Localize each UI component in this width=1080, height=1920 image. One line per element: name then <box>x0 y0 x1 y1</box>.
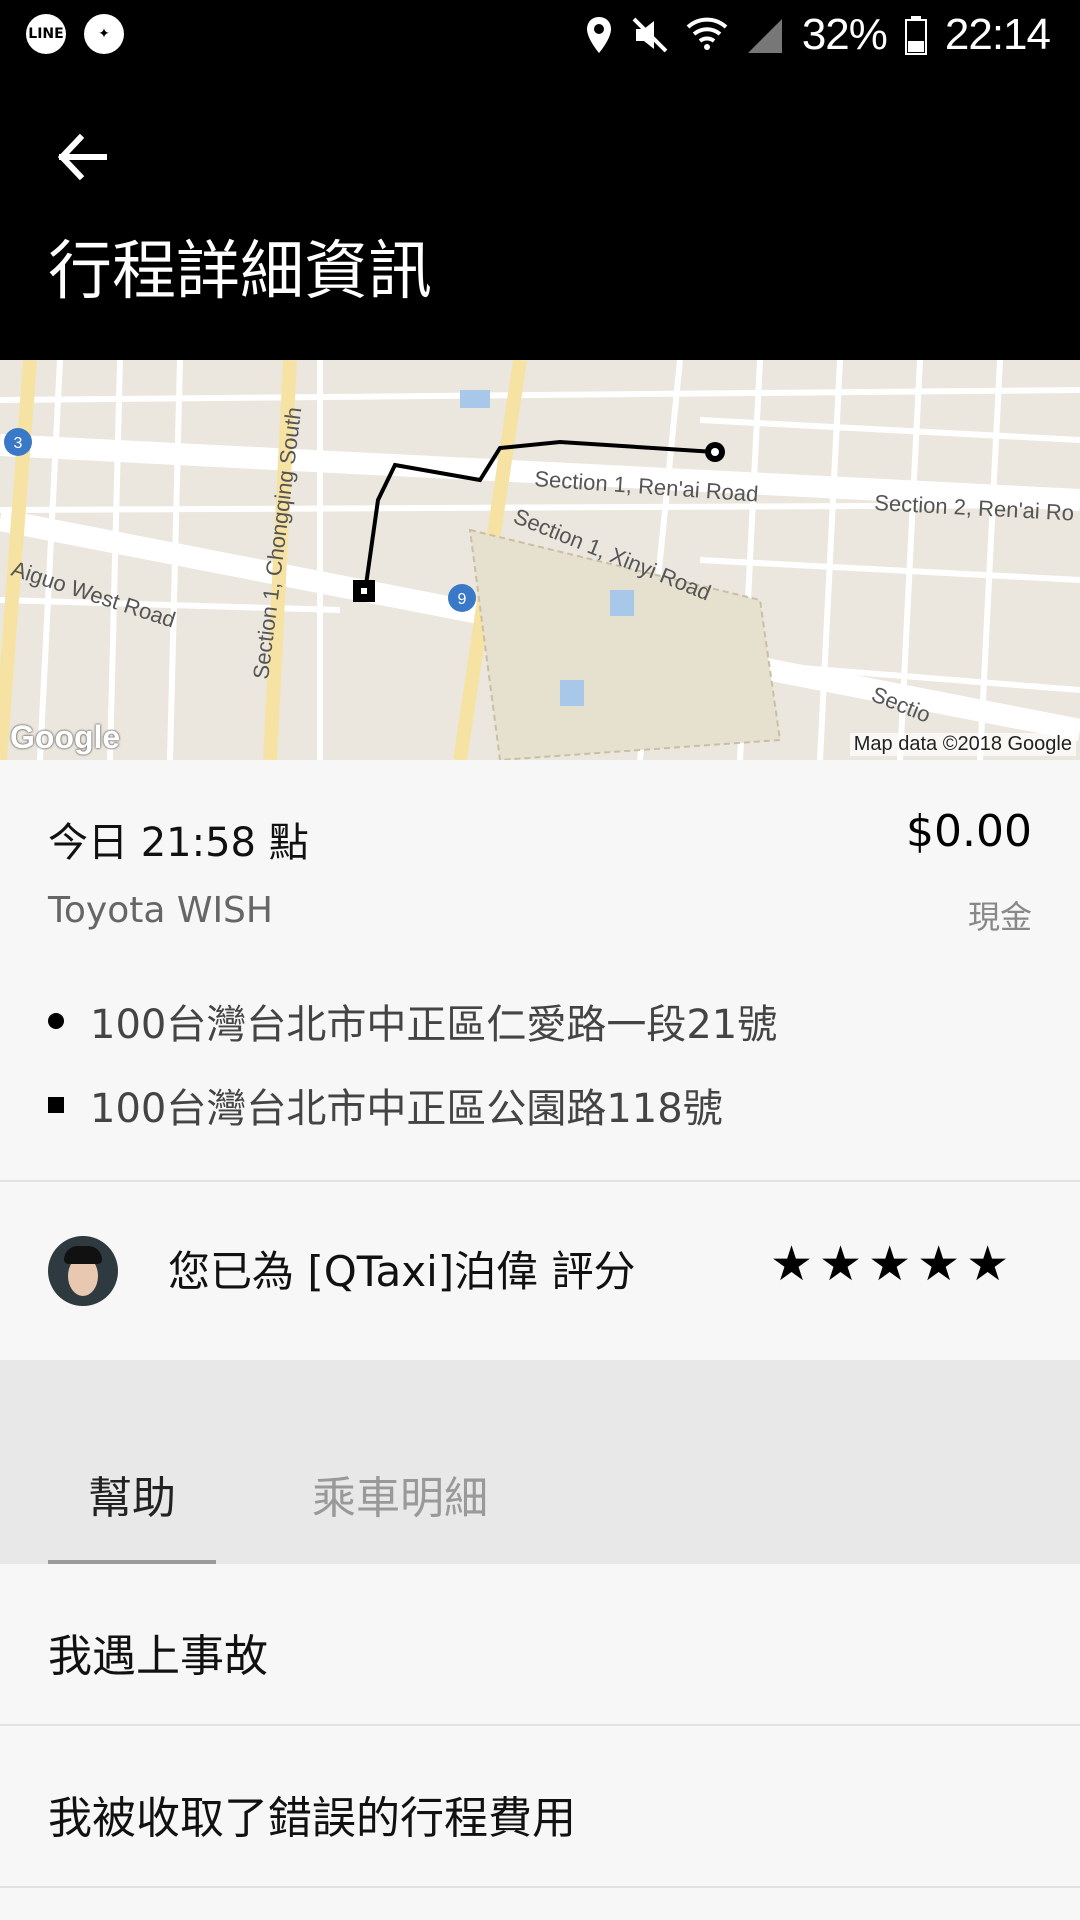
trip-datetime: 今日 21:58 點 <box>48 820 309 866</box>
trip-price: $0.00 <box>906 806 1032 857</box>
line-icon: LINE <box>26 14 66 54</box>
svg-text:9: 9 <box>458 591 467 608</box>
trip-map[interactable]: 3 9 Section 1, Ren'ai Road Section 2, Re… <box>0 360 1080 760</box>
google-logo: Google <box>10 719 121 755</box>
list-item-label: 我遇上事故 <box>48 1631 268 1682</box>
pickup-address-text: 100台灣台北市中正區仁愛路一段21號 <box>90 1002 778 1048</box>
payment-method: 現金 <box>967 898 1032 936</box>
vehicle-model: Toyota WISH <box>48 890 273 931</box>
dropoff-square-icon <box>48 1097 64 1113</box>
battery-percent: 32% <box>801 10 888 59</box>
header-bar: LINE ✦ 32% 22:14 行程詳細資訊 <box>0 0 1080 360</box>
map-credit: Map data ©2018 Google <box>849 733 1076 756</box>
driver-rating[interactable]: 您已為 [QTaxi]泊偉 評分 ★★★★★ <box>0 1182 1080 1360</box>
dropoff-address-text: 100台灣台北市中正區公園路118號 <box>90 1086 723 1132</box>
pickup-address: 100台灣台北市中正區仁愛路一段21號 <box>48 992 777 1050</box>
list-item[interactable]: 我遇上事故 <box>0 1564 1080 1726</box>
rating-text: 您已為 [QTaxi]泊偉 評分 <box>168 1247 636 1296</box>
wifi-icon <box>686 17 728 50</box>
clock: 22:14 <box>944 10 1051 59</box>
signal-icon <box>747 19 782 53</box>
mute-icon <box>632 17 668 53</box>
game-icon: ✦ <box>84 14 124 54</box>
page-title: 行程詳細資訊 <box>48 235 432 309</box>
driver-avatar <box>48 1236 118 1306</box>
dropoff-address: 100台灣台北市中正區公園路118號 <box>48 1076 723 1134</box>
pickup-dot-icon <box>48 1013 64 1029</box>
list-item-label: 我被收取了錯誤的行程費用 <box>48 1793 576 1844</box>
help-list: 我遇上事故 我被收取了錯誤的行程費用 <box>0 1564 1080 1888</box>
status-bar: LINE ✦ 32% 22:14 <box>0 0 1080 72</box>
trip-summary: 今日 21:58 點 $0.00 Toyota WISH 現金 100台灣台北市… <box>0 760 1080 1182</box>
tab-bar: 幫助 乘車明細 <box>0 1360 1080 1566</box>
tab-help[interactable]: 幫助 <box>88 1462 176 1526</box>
list-item[interactable]: 我被收取了錯誤的行程費用 <box>0 1726 1080 1888</box>
map-canvas: 3 9 Section 1, Ren'ai Road Section 2, Re… <box>0 360 1080 760</box>
location-icon <box>586 17 611 53</box>
tab-ride-detail[interactable]: 乘車明細 <box>312 1462 488 1526</box>
arrow-left-icon[interactable] <box>50 122 120 192</box>
svg-text:3: 3 <box>14 435 23 452</box>
star-rating[interactable]: ★★★★★ <box>770 1236 1015 1292</box>
battery-icon <box>904 16 927 55</box>
